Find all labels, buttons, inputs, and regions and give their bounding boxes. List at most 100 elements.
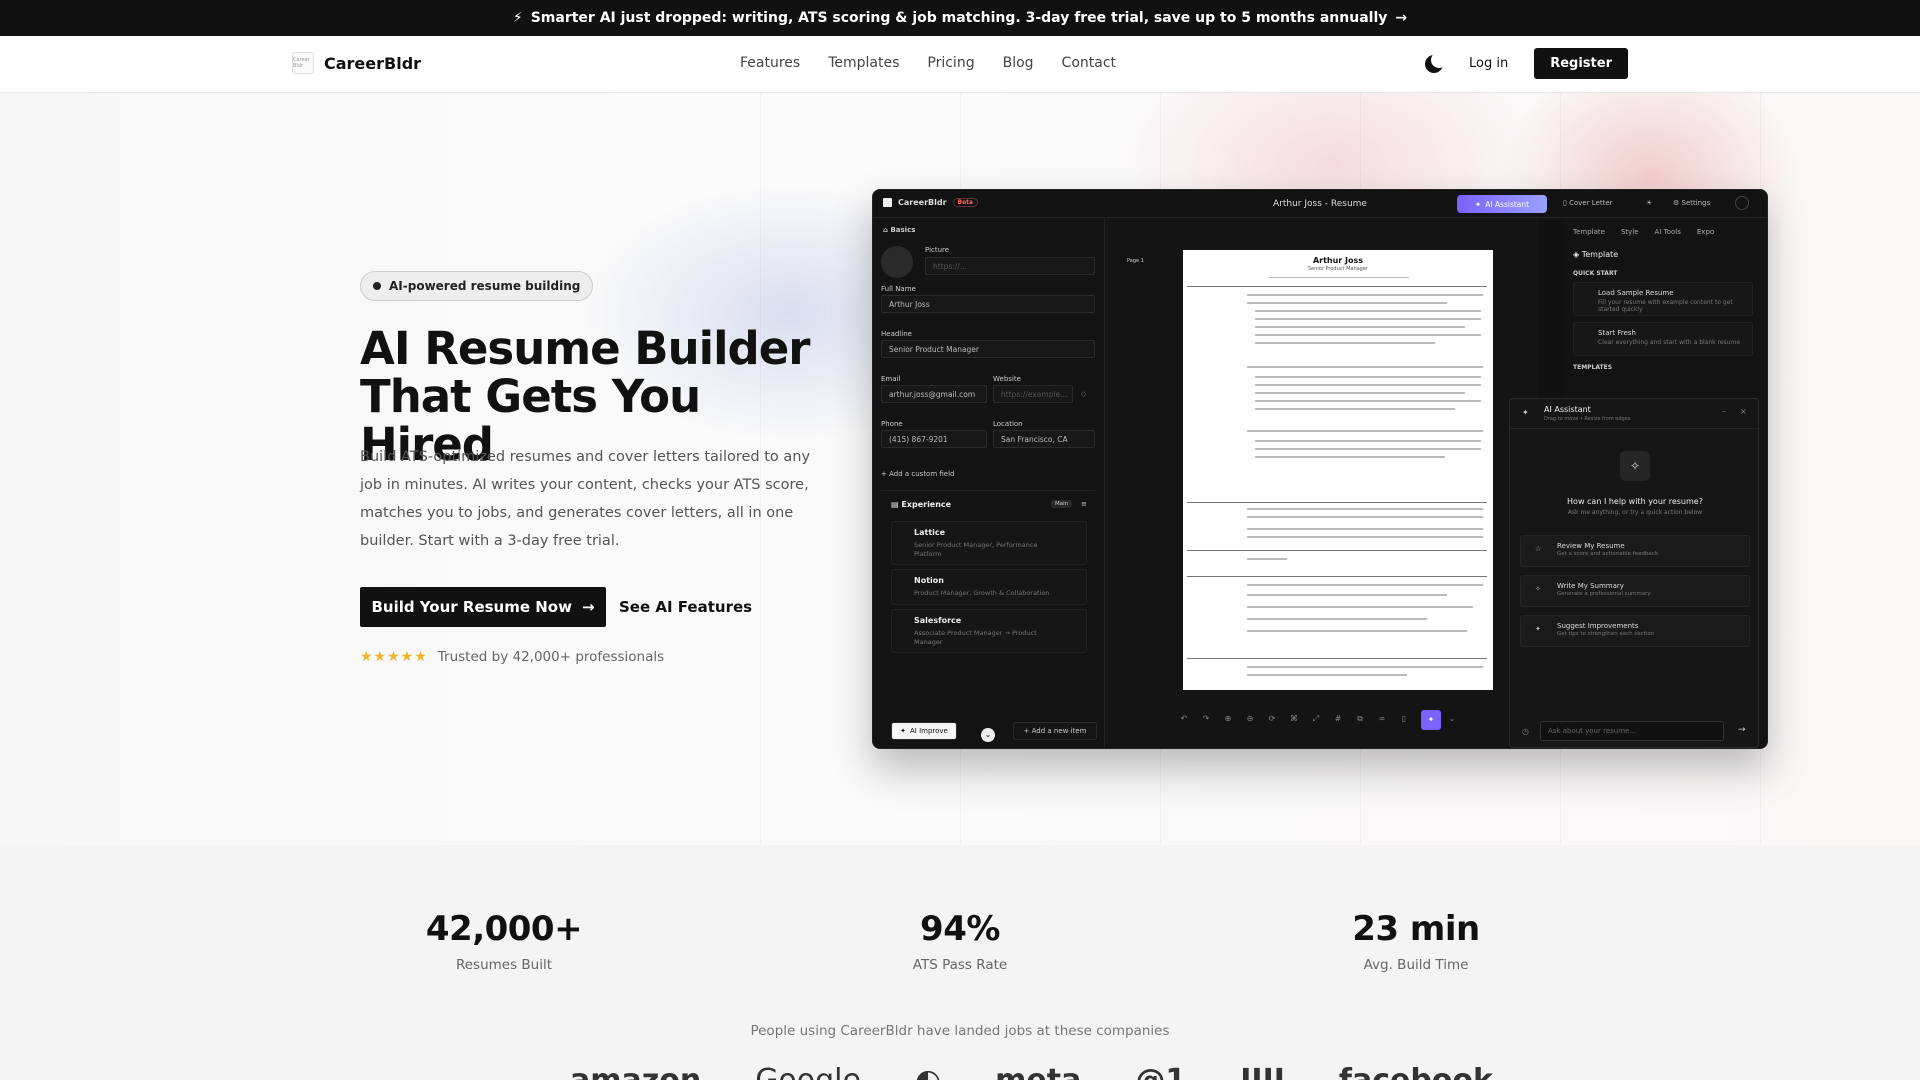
- brand[interactable]: Career Bldr CareerBldr: [292, 52, 421, 74]
- company-logo: facebook: [1339, 1063, 1493, 1080]
- resume-page[interactable]: Arthur Joss Senior Product Manager: [1183, 250, 1493, 690]
- trust-text: Trusted by 42,000+ professionals: [437, 649, 665, 665]
- fit-icon[interactable]: ⌘: [1289, 714, 1299, 724]
- stat-value: 23 min: [1352, 909, 1480, 949]
- trust-row: ★★★★★ Trusted by 42,000+ professionals: [360, 649, 664, 665]
- load-sample-sub: Fill your resume with example content to…: [1598, 299, 1733, 313]
- expand-icon[interactable]: ⤢: [1311, 714, 1321, 724]
- reset-icon[interactable]: ⟳: [1267, 714, 1277, 724]
- start-fresh-sub: Clear everything and start with a blank …: [1598, 339, 1741, 346]
- sparkle-icon: ✦: [1522, 408, 1529, 417]
- ai-improve-label: AI Improve: [910, 727, 948, 735]
- copy-icon[interactable]: ⧉: [1355, 714, 1365, 724]
- text-line: [1247, 528, 1483, 530]
- divider: [881, 490, 1095, 491]
- ai-assistant-button[interactable]: ✦ AI Assistant: [1457, 195, 1547, 213]
- file-icon[interactable]: ▯: [1399, 714, 1409, 724]
- section-rule: [1187, 502, 1487, 503]
- ai-panel-title: AI Assistant: [1544, 405, 1591, 414]
- zoom-out-icon[interactable]: ⊖: [1245, 714, 1255, 724]
- minimize-icon[interactable]: –: [1722, 407, 1726, 416]
- write-summary-action[interactable]: ✧ Write My Summary Generate a profession…: [1520, 575, 1750, 607]
- nav-link-templates[interactable]: Templates: [828, 55, 899, 71]
- zoom-in-icon[interactable]: ⊕: [1223, 714, 1233, 724]
- tab-export[interactable]: Expo: [1697, 228, 1714, 236]
- ai-chat-input[interactable]: Ask about your resume...: [1540, 721, 1724, 741]
- sparkle-icon: ✦: [1474, 199, 1482, 209]
- list-item[interactable]: Lattice Senior Product Manager, Performa…: [891, 521, 1087, 565]
- ai-question-sub: Ask me anything, or try a quick action b…: [1567, 509, 1703, 516]
- cover-letter-button[interactable]: ▯ Cover Letter: [1563, 199, 1613, 207]
- ai-improve-button[interactable]: ✦ AI Improve: [891, 722, 957, 740]
- phone-input[interactable]: (415) 867-9201: [881, 430, 987, 448]
- text-line: [1255, 342, 1435, 344]
- add-new-item-button[interactable]: + Add a new item: [1013, 722, 1097, 740]
- app-screenshot: CareerBldr Beta Arthur Joss - Resume ✦ A…: [872, 189, 1768, 749]
- login-link[interactable]: Log in: [1469, 56, 1508, 71]
- tab-ai-tools[interactable]: AI Tools: [1655, 228, 1681, 236]
- main-badge[interactable]: Main: [1051, 500, 1073, 508]
- text-line: [1247, 558, 1287, 560]
- build-resume-button[interactable]: Build Your Resume Now →: [360, 587, 606, 627]
- avatar[interactable]: [1735, 196, 1749, 210]
- grid-icon[interactable]: #: [1333, 714, 1343, 724]
- redo-icon[interactable]: ↷: [1201, 714, 1211, 724]
- register-button[interactable]: Register: [1534, 48, 1628, 79]
- badge-text: AI-powered resume building: [389, 279, 581, 293]
- avatar[interactable]: [881, 246, 913, 278]
- section-rule: [1187, 286, 1487, 287]
- sparkle-icon[interactable]: ✦: [1421, 710, 1441, 730]
- location-input[interactable]: San Francisco, CA: [993, 430, 1095, 448]
- tag-icon[interactable]: ◇: [1081, 390, 1086, 398]
- job-company: Salesforce: [914, 616, 962, 625]
- website-input[interactable]: https://example...: [993, 385, 1073, 403]
- email-field[interactable]: arthur.joss@gmail.com: [881, 385, 987, 403]
- picture-url-input[interactable]: https://...: [925, 257, 1095, 275]
- review-resume-action[interactable]: ☆ Review My Resume Get a score and actio…: [1520, 535, 1750, 567]
- chevron-down-icon[interactable]: ⌄: [981, 728, 995, 742]
- app-topbar: CareerBldr Beta Arthur Joss - Resume ✦ A…: [873, 190, 1767, 218]
- link-icon[interactable]: ∞: [1377, 714, 1387, 724]
- location-label: Location: [993, 420, 1023, 428]
- star-icon: ☆: [1535, 545, 1542, 553]
- stat-ats: 94% ATS Pass Rate: [810, 909, 1110, 973]
- star-rating-icon: ★★★★★: [360, 649, 428, 665]
- full-name-input[interactable]: Arthur Joss: [881, 295, 1095, 313]
- action-title: Write My Summary: [1557, 582, 1624, 590]
- arrow-right-icon: →: [1395, 10, 1408, 26]
- settings-button[interactable]: ⚙ Settings: [1673, 199, 1710, 207]
- list-item[interactable]: Notion Product Manager, Growth & Collabo…: [891, 569, 1087, 605]
- promo-banner[interactable]: ⚡ Smarter AI just dropped: writing, ATS …: [0, 0, 1920, 36]
- headline-input[interactable]: Senior Product Manager: [881, 340, 1095, 358]
- menu-icon[interactable]: ≡: [1081, 500, 1087, 508]
- start-fresh-button[interactable]: Start Fresh Clear everything and start w…: [1573, 322, 1753, 356]
- clock-icon[interactable]: ◷: [1522, 727, 1529, 736]
- send-icon[interactable]: →: [1738, 725, 1746, 735]
- moon-icon[interactable]: [1425, 51, 1448, 73]
- cta-label: Build Your Resume Now: [371, 598, 572, 616]
- nav-link-features[interactable]: Features: [740, 55, 800, 71]
- list-item[interactable]: Salesforce Associate Product Manager → P…: [891, 609, 1087, 653]
- nav-link-pricing[interactable]: Pricing: [927, 55, 974, 71]
- ai-assistant-label: AI Assistant: [1485, 199, 1530, 209]
- nav-link-contact[interactable]: Contact: [1062, 55, 1116, 71]
- text-line: [1247, 594, 1447, 596]
- chevron-down-icon[interactable]: ⌄: [1447, 714, 1457, 724]
- suggest-improvements-action[interactable]: ✦ Suggest Improvements Get tips to stren…: [1520, 615, 1750, 647]
- add-custom-field-button[interactable]: + Add a custom field: [881, 470, 955, 478]
- stat-label: Resumes Built: [455, 957, 553, 973]
- ai-assistant-panel[interactable]: ✦ AI Assistant Drag to move • Resize fro…: [1509, 398, 1760, 748]
- tab-template[interactable]: Template: [1573, 228, 1605, 236]
- nav-link-blog[interactable]: Blog: [1003, 55, 1034, 71]
- text-line: [1247, 606, 1473, 608]
- sun-icon[interactable]: ☀: [1646, 199, 1652, 207]
- job-company: Notion: [914, 576, 944, 585]
- load-sample-resume-button[interactable]: Load Sample Resume Fill your resume with…: [1573, 282, 1753, 316]
- promo-text: Smarter AI just dropped: writing, ATS sc…: [530, 10, 1388, 26]
- close-icon[interactable]: ×: [1740, 407, 1747, 416]
- ai-panel-header[interactable]: ✦ AI Assistant Drag to move • Resize fro…: [1510, 399, 1760, 429]
- job-role: Associate Product Manager → Product Mana…: [914, 629, 1037, 646]
- see-ai-features-link[interactable]: See AI Features: [619, 598, 752, 616]
- undo-icon[interactable]: ↶: [1179, 714, 1189, 724]
- tab-style[interactable]: Style: [1621, 228, 1639, 236]
